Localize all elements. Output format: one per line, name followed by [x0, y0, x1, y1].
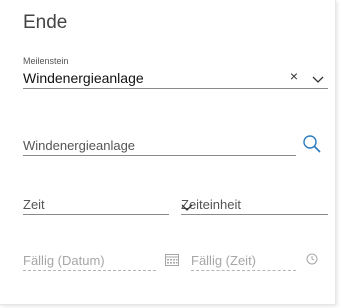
milestone-value: Windenergieanlage [23, 70, 144, 86]
due-date-field[interactable]: Fällig (Datum) [23, 250, 156, 271]
milestone-label: Meilenstein [23, 56, 69, 66]
clear-icon[interactable]: × [290, 68, 298, 84]
search-field-placeholder: Windenergieanlage [23, 138, 136, 153]
calendar-icon[interactable] [165, 253, 179, 271]
due-time-placeholder: Fällig (Zeit) [191, 253, 257, 268]
search-field[interactable]: Windenergieanlage [23, 135, 296, 156]
chevron-down-icon[interactable] [181, 200, 324, 215]
time-field[interactable]: Zeit [23, 194, 169, 215]
end-panel: Ende Meilenstein Windenergieanlage × Win… [0, 0, 336, 305]
due-date-placeholder: Fällig (Datum) [23, 253, 105, 268]
due-time-field[interactable]: Fällig (Zeit) [191, 250, 296, 271]
clock-icon[interactable] [306, 252, 318, 270]
time-field-placeholder: Zeit [23, 197, 45, 212]
search-icon[interactable] [302, 134, 322, 159]
chevron-down-icon[interactable] [312, 71, 324, 89]
time-unit-select[interactable]: Zeiteinheit [181, 194, 328, 215]
panel-title: Ende [23, 12, 68, 33]
milestone-combobox[interactable]: Windenergieanlage × [23, 66, 328, 89]
